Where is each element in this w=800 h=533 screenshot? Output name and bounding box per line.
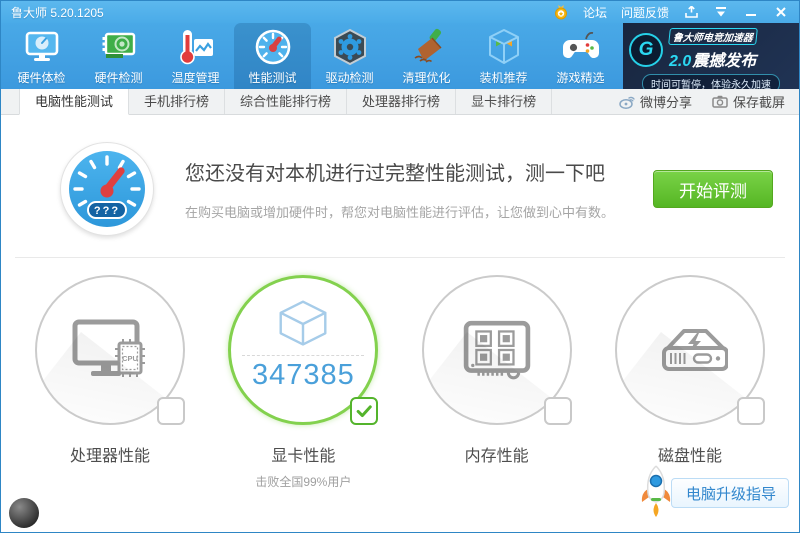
promo-release-line: 2.0震撼发布: [669, 53, 757, 70]
rocket-icon: [641, 465, 671, 517]
start-benchmark-button[interactable]: 开始评测: [653, 170, 773, 208]
checkmark-icon: [356, 405, 373, 418]
nav-item-game-picks[interactable]: 游戏精选: [542, 23, 619, 89]
nav-label: 硬件检测: [94, 71, 143, 85]
benchmark-cpu[interactable]: CPU 处理器性能: [25, 274, 195, 490]
performance-gauge-icon: [253, 27, 293, 67]
gpu-score: 347385: [251, 359, 355, 391]
gpu-beat-text: 击败全国99%用户: [255, 475, 352, 489]
promo-product-name: 鲁大师电竞加速器: [668, 28, 758, 45]
intro-heading: 您还没有对本机进行过完整性能测试，测一下吧: [185, 163, 605, 185]
nav-item-performance-test[interactable]: 性能测试: [234, 23, 311, 89]
tab-overall-ranking[interactable]: 综合性能排行榜: [225, 89, 348, 114]
score-gauge-icon: ???: [60, 142, 154, 236]
driver-detect-icon: [330, 27, 370, 67]
nav-label: 装机推荐: [479, 71, 528, 85]
gpu-label: 显卡性能: [271, 448, 336, 465]
hardware-detect-icon: [99, 27, 139, 67]
cpu-label: 处理器性能: [69, 448, 150, 465]
nav-label: 硬件体检: [17, 71, 66, 85]
nav-item-clean-optimize[interactable]: 清理优化: [388, 23, 465, 89]
save-screenshot-button[interactable]: 保存截屏: [712, 92, 785, 111]
benchmark-gpu[interactable]: 347385 显卡性能 击败全国99%用户: [218, 274, 388, 490]
disk-checkbox[interactable]: [736, 397, 765, 425]
nav-label: 清理优化: [402, 71, 451, 85]
gpu-cube-icon: [279, 300, 327, 346]
weibo-share-button[interactable]: 微博分享: [619, 92, 692, 111]
nav-item-temperature[interactable]: 温度管理: [157, 23, 234, 89]
nav-label: 游戏精选: [556, 71, 605, 85]
clean-optimize-icon: [407, 27, 447, 67]
nav-label: 性能测试: [248, 71, 297, 85]
benchmark-row: CPU 处理器性能 347385 显卡性能 击败全国99%用户 内存性能 磁盘性…: [1, 258, 799, 490]
promo-banner[interactable]: G 鲁大师电竞加速器 2.0震撼发布 时间可暂停，体验永久加速: [623, 23, 799, 93]
title-bar: 鲁大师 5.20.1205 论坛 问题反馈: [1, 1, 799, 23]
main-nav: 硬件体检 硬件检测 温度管理 性能测试 驱动检测 清理优化 装机推荐 游戏精选 …: [1, 23, 799, 93]
nav-item-build-recommend[interactable]: 装机推荐: [465, 23, 542, 89]
memory-label: 内存性能: [464, 448, 529, 465]
nav-label: 温度管理: [171, 71, 220, 85]
memory-checkbox[interactable]: [543, 397, 572, 425]
benchmark-disk[interactable]: 磁盘性能: [605, 274, 775, 490]
gauge-unknown-score: ???: [94, 205, 120, 217]
gpu-checkbox[interactable]: [350, 397, 379, 425]
gauge-divider: [242, 355, 365, 356]
tab-bar: 电脑性能测试 手机排行榜 综合性能排行榜 处理器排行榜 显卡排行榜 微博分享 保…: [1, 89, 799, 115]
close-button[interactable]: [773, 5, 789, 19]
tab-phone-ranking[interactable]: 手机排行榜: [129, 89, 226, 114]
tab-cpu-ranking[interactable]: 处理器排行榜: [347, 89, 457, 114]
accelerator-logo-icon: G: [629, 32, 663, 67]
skin-icon[interactable]: [683, 5, 699, 19]
medal-icon: [553, 4, 569, 20]
nav-item-hardware-detect[interactable]: 硬件检测: [80, 23, 157, 89]
nav-item-hardware-checkup[interactable]: 硬件体检: [3, 23, 80, 89]
disk-label: 磁盘性能: [657, 448, 722, 465]
tab-pc-performance-test[interactable]: 电脑性能测试: [19, 89, 130, 115]
game-picks-icon: [561, 27, 601, 67]
minimize-button[interactable]: [743, 5, 759, 19]
nav-label: 驱动检测: [325, 71, 374, 85]
build-recommend-icon: [484, 27, 524, 67]
feedback-link[interactable]: 问题反馈: [621, 4, 669, 21]
cpu-checkbox[interactable]: [157, 397, 185, 425]
camera-icon: [712, 95, 728, 108]
weibo-icon: [619, 95, 635, 109]
tab-gpu-ranking[interactable]: 显卡排行榜: [456, 89, 553, 114]
benchmark-memory[interactable]: 内存性能: [412, 274, 582, 490]
forum-link[interactable]: 论坛: [583, 4, 607, 21]
disk-icon: [661, 329, 728, 371]
ludashi-window: 鲁大师 5.20.1205 论坛 问题反馈 硬件体检 硬件检测 温度管理 性能测…: [0, 0, 800, 533]
test-intro-section: ??? 您还没有对本机进行过完整性能测试，测一下吧 在购买电脑或增加硬件时，帮您…: [1, 115, 799, 237]
floating-ball-icon[interactable]: [9, 498, 39, 528]
memory-icon: [463, 320, 530, 380]
cpu-monitor-icon: CPU: [72, 319, 145, 377]
app-title: 鲁大师 5.20.1205: [11, 5, 104, 20]
main-menu-icon[interactable]: [713, 5, 729, 19]
hardware-checkup-icon: [22, 27, 62, 67]
intro-subtext: 在购买电脑或增加硬件时，帮您对电脑性能进行评估，让您做到心中有数。: [185, 205, 615, 220]
temperature-icon: [176, 27, 216, 67]
nav-item-driver-detect[interactable]: 驱动检测: [311, 23, 388, 89]
upgrade-guide-button[interactable]: 电脑升级指导: [641, 465, 789, 517]
svg-text:CPU: CPU: [122, 354, 138, 363]
